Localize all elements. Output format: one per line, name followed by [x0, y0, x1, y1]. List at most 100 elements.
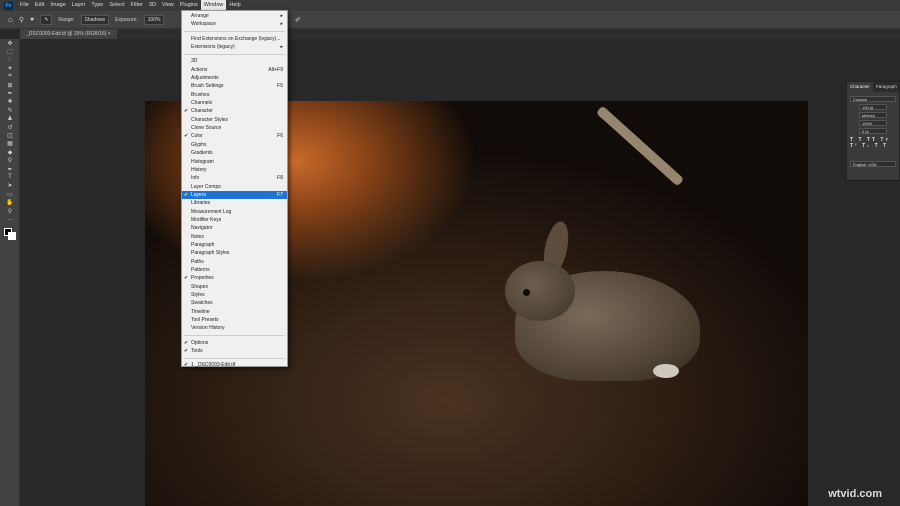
baseline-shift-input[interactable]: 0 pt [859, 128, 887, 134]
tab-paragraph[interactable]: Paragraph [873, 82, 900, 92]
menu-item-version-history[interactable]: Version History [182, 324, 287, 332]
language-select[interactable]: English: USA [850, 161, 896, 167]
stamp-tool-icon[interactable]: ♟ [0, 115, 20, 123]
marquee-tool-icon[interactable]: ⬚ [0, 47, 20, 55]
menu-item-modifier-keys[interactable]: Modifier Keys [182, 216, 287, 224]
brush-tool-icon[interactable]: ✎ [0, 106, 20, 114]
menu-type[interactable]: Type [88, 0, 106, 11]
menu-item-gradients[interactable]: Gradients [182, 149, 287, 157]
gradient-tool-icon[interactable]: ▦ [0, 140, 20, 148]
menu-item-character-styles[interactable]: Character Styles [182, 116, 287, 124]
menu-item-adjustments[interactable]: Adjustments [182, 74, 287, 82]
menu-item-clone-source[interactable]: Clone Source [182, 124, 287, 132]
menu-item-styles[interactable]: Styles [182, 291, 287, 299]
close-icon[interactable]: × [108, 31, 111, 37]
history-brush-tool-icon[interactable]: ↺ [0, 123, 20, 131]
blur-tool-icon[interactable]: ◆ [0, 148, 20, 156]
menu-item-actions[interactable]: Actions Alt+F9 [182, 66, 287, 74]
dodge-tool-icon[interactable]: ⚲ [0, 156, 20, 164]
menu-item-shapes[interactable]: Shapes [182, 283, 287, 291]
eyedropper-tool-icon[interactable]: ✒ [0, 89, 20, 97]
kerning-select[interactable]: Metrics [859, 112, 887, 118]
rectangle-tool-icon[interactable]: ▭ [0, 190, 20, 198]
font-family-select[interactable]: Couture [850, 96, 896, 102]
menu-select[interactable]: Select [106, 0, 127, 11]
menu-3d[interactable]: 3D [146, 0, 159, 11]
menu-item-tool-presets[interactable]: Tool Presets [182, 316, 287, 324]
menu-item-label: Patterns [191, 266, 210, 273]
dodge-tool-icon[interactable]: ⚲ [19, 16, 24, 24]
menu-item-layer-comps[interactable]: Layer Comps [182, 183, 287, 191]
menu-item-arrange[interactable]: Arrange ▸ [182, 12, 287, 20]
character-panel: Character Paragraph Couture 100 pt Metric… [846, 81, 900, 181]
zoom-tool-icon[interactable]: ⚲ [0, 207, 20, 215]
menu-item-layers[interactable]: ✔ Layers F7 [182, 190, 287, 200]
frame-tool-icon[interactable]: ⊠ [0, 81, 20, 89]
menu-item-paragraph-styles[interactable]: Paragraph Styles [182, 249, 287, 257]
color-swatches[interactable] [4, 227, 16, 240]
vertical-scale-input[interactable]: 100% [859, 120, 887, 126]
menu-item-libraries[interactable]: Libraries [182, 199, 287, 207]
menu-item-label: Styles [191, 292, 205, 298]
menu-item-navigator[interactable]: Navigator [182, 224, 287, 232]
type-style-buttons[interactable]: T T TT Tт T¹ T₁ T T [850, 137, 896, 149]
exposure-input[interactable]: 100% [143, 14, 165, 25]
more-tool-icon[interactable]: … [0, 215, 20, 223]
menu-item-timeline[interactable]: Timeline [182, 308, 287, 316]
menu-image[interactable]: Image [47, 0, 68, 11]
move-tool-icon[interactable]: ✥ [0, 39, 20, 47]
menu-item-paragraph[interactable]: Paragraph [182, 241, 287, 249]
menu-item-brush-settings[interactable]: Brush Settings F5 [182, 82, 287, 90]
healing-tool-icon[interactable]: ✚ [0, 98, 20, 106]
eraser-tool-icon[interactable]: ◫ [0, 131, 20, 139]
menu-item-channels[interactable]: Channels [182, 99, 287, 107]
menu-item-patterns[interactable]: Patterns [182, 266, 287, 274]
menu-item-find-extensions-on-exchange-legacy[interactable]: Find Extensions on Exchange (legacy)... [182, 35, 287, 43]
menu-file[interactable]: File [17, 0, 32, 11]
document-tabs: _DSC0093-Edit.tif @ 25% (RGB/16) × [20, 29, 900, 39]
menu-item-tools[interactable]: ✔ Tools [182, 347, 287, 355]
menu-item-label: Options [191, 339, 209, 346]
menu-item-workspace[interactable]: Workspace ▸ [182, 20, 287, 28]
menu-item-info[interactable]: Info F8 [182, 174, 287, 182]
brush-preset-icon[interactable]: ● [30, 16, 34, 23]
menu-item-swatches[interactable]: Swatches [182, 299, 287, 307]
magic-wand-tool-icon[interactable]: ✦ [0, 64, 20, 72]
menu-item-brushes[interactable]: Brushes [182, 91, 287, 99]
type-tool-icon[interactable]: T [0, 173, 20, 181]
menu-item-properties[interactable]: ✔ Properties [182, 274, 287, 282]
menu-filter[interactable]: Filter [128, 0, 146, 11]
font-size-input[interactable]: 100 pt [859, 104, 887, 110]
menu-item-1-dsc0093-edit-tif[interactable]: ✔ 1 _DSC0093-Edit.tif [182, 361, 287, 369]
menu-item-3d[interactable]: 3D [182, 57, 287, 65]
menu-item-notes[interactable]: Notes [182, 233, 287, 241]
menu-edit[interactable]: Edit [32, 0, 47, 11]
menu-item-extensions-legacy[interactable]: Extensions (legacy) ▸ [182, 43, 287, 51]
tab-character[interactable]: Character [847, 82, 873, 92]
pressure-icon[interactable]: ✐ [295, 16, 301, 24]
hand-tool-icon[interactable]: ✋ [0, 198, 20, 206]
menu-item-options[interactable]: ✔ Options [182, 339, 287, 347]
pen-tool-icon[interactable]: ✒ [0, 165, 20, 173]
menu-item-measurement-log[interactable]: Measurement Log [182, 208, 287, 216]
menu-item-character[interactable]: ✔ Character [182, 107, 287, 115]
menu-item-label: Glyphs [191, 141, 207, 148]
stick [595, 105, 685, 187]
submenu-arrow-icon: ▸ [280, 44, 283, 51]
menu-item-label: Clone Source [191, 125, 222, 132]
menu-view[interactable]: View [159, 0, 177, 11]
menu-item-color[interactable]: ✔ Color F6 [182, 132, 287, 140]
path-select-tool-icon[interactable]: ➤ [0, 182, 20, 190]
menu-item-histogram[interactable]: Histogram [182, 158, 287, 166]
document-tab[interactable]: _DSC0093-Edit.tif @ 25% (RGB/16) × [20, 29, 117, 39]
lasso-tool-icon[interactable]: ◌ [0, 56, 20, 64]
menu-layer[interactable]: Layer [69, 0, 89, 11]
brush-panel-icon[interactable]: ✎ [40, 14, 53, 25]
range-select[interactable]: Shadows [80, 14, 110, 25]
menu-item-glyphs[interactable]: Glyphs [182, 141, 287, 149]
menu-item-paths[interactable]: Paths [182, 258, 287, 266]
menu-item-label: Properties [191, 275, 214, 282]
home-icon[interactable]: ⌂ [8, 15, 13, 24]
crop-tool-icon[interactable]: ⌗ [0, 73, 20, 81]
menu-item-history[interactable]: History [182, 166, 287, 174]
